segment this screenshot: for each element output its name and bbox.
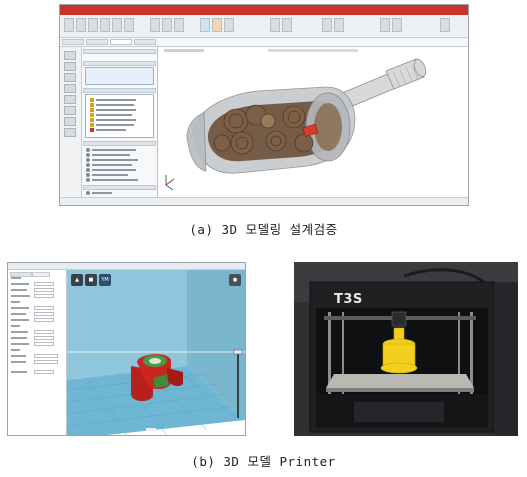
list-item[interactable] bbox=[90, 108, 150, 112]
left-tool-icon[interactable] bbox=[64, 106, 76, 115]
setting-labels-graphic bbox=[11, 277, 30, 373]
cad-graphics-area[interactable] bbox=[158, 47, 468, 197]
option-item[interactable] bbox=[86, 153, 146, 157]
cad-menubar[interactable] bbox=[60, 5, 468, 15]
option-item[interactable] bbox=[86, 148, 146, 152]
slicer-window: ▲ ■ YM ● bbox=[7, 262, 246, 436]
ribbon-tool-button[interactable] bbox=[64, 18, 74, 32]
ribbon-tool-button[interactable] bbox=[440, 18, 450, 32]
cad-left-toolbar bbox=[60, 47, 82, 197]
slicer-settings-panel bbox=[8, 270, 67, 435]
ribbon-tool-button[interactable] bbox=[162, 18, 172, 32]
ribbon-tool-button[interactable] bbox=[124, 18, 134, 32]
command-tab[interactable] bbox=[62, 39, 84, 45]
left-tool-icon[interactable] bbox=[64, 128, 76, 137]
ribbon-tool-button[interactable] bbox=[224, 18, 234, 32]
print-button[interactable]: ■ bbox=[85, 274, 97, 286]
command-tab[interactable] bbox=[86, 39, 108, 45]
command-tab[interactable] bbox=[110, 39, 132, 45]
ribbon-tool-button[interactable] bbox=[150, 18, 160, 32]
command-tab[interactable] bbox=[134, 39, 156, 45]
ribbon-tool-button[interactable] bbox=[282, 18, 292, 32]
ribbon-tool-button[interactable] bbox=[76, 18, 86, 32]
print-bed bbox=[326, 374, 474, 388]
left-tool-icon[interactable] bbox=[64, 117, 76, 126]
list-item[interactable] bbox=[90, 118, 150, 122]
left-tool-icon[interactable] bbox=[64, 51, 76, 60]
panel-header bbox=[83, 185, 156, 190]
viewport-label bbox=[146, 428, 156, 431]
option-item[interactable] bbox=[86, 191, 146, 195]
ribbon-tool-button[interactable] bbox=[322, 18, 332, 32]
cad-ribbon-toolbar[interactable] bbox=[60, 15, 468, 38]
axis-triad bbox=[165, 175, 175, 191]
ribbon-tool-button[interactable] bbox=[112, 18, 122, 32]
view-mode-button[interactable]: ● bbox=[229, 274, 241, 286]
ribbon-tool-button[interactable] bbox=[270, 18, 280, 32]
component-list[interactable] bbox=[85, 94, 154, 138]
ribbon-tool-button[interactable] bbox=[174, 18, 184, 32]
caption-a: (a) 3D 모델링 설계검증 bbox=[189, 222, 338, 237]
option-item[interactable] bbox=[86, 173, 146, 177]
panel-header bbox=[83, 49, 156, 54]
gear-assembly-section-model bbox=[165, 58, 427, 191]
panel-header bbox=[83, 88, 156, 93]
printer-photo-image bbox=[294, 262, 518, 436]
printer-photo: T3S bbox=[294, 262, 518, 436]
option-item[interactable] bbox=[86, 158, 146, 162]
option-item[interactable] bbox=[86, 163, 146, 167]
slicer-menubar[interactable] bbox=[8, 263, 245, 270]
panel-header bbox=[83, 141, 156, 146]
option-item[interactable] bbox=[86, 168, 146, 172]
ribbon-tool-button[interactable] bbox=[200, 18, 210, 32]
layer-slider-handle bbox=[233, 349, 243, 355]
list-item[interactable] bbox=[90, 98, 150, 102]
print-head bbox=[391, 311, 407, 327]
list-item[interactable] bbox=[90, 103, 150, 107]
list-item[interactable] bbox=[90, 113, 150, 117]
list-item[interactable] bbox=[90, 128, 150, 132]
left-tool-icon[interactable] bbox=[64, 73, 76, 82]
option-item[interactable] bbox=[86, 178, 146, 182]
slicer-3d-viewport[interactable]: ▲ ■ YM ● bbox=[67, 270, 245, 435]
left-tool-icon[interactable] bbox=[64, 84, 76, 93]
ribbon-tool-button[interactable] bbox=[100, 18, 110, 32]
caption-b: (b) 3D 모델 Printer bbox=[191, 454, 336, 469]
ribbon-tool-button[interactable] bbox=[334, 18, 344, 32]
panel-header bbox=[83, 61, 156, 66]
cad-status-bar bbox=[60, 197, 468, 205]
ribbon-tool-button[interactable] bbox=[88, 18, 98, 32]
gearbox-housing bbox=[192, 86, 356, 174]
ribbon-tool-button[interactable] bbox=[392, 18, 402, 32]
load-model-button[interactable]: ▲ bbox=[71, 274, 83, 286]
left-tool-icon[interactable] bbox=[64, 95, 76, 104]
list-item[interactable] bbox=[90, 123, 150, 127]
selection-box[interactable] bbox=[85, 67, 154, 85]
left-tool-icon[interactable] bbox=[64, 62, 76, 71]
ribbon-tool-button[interactable] bbox=[212, 18, 222, 32]
printer-brand-label: T3S bbox=[334, 292, 363, 307]
cad-property-manager bbox=[82, 47, 158, 197]
ym-badge: YM bbox=[101, 277, 109, 283]
layer-slider-track bbox=[237, 352, 239, 418]
ribbon-tool-button[interactable] bbox=[380, 18, 390, 32]
cad-window bbox=[59, 4, 469, 206]
build-volume-scene bbox=[67, 270, 245, 435]
housing-flange bbox=[186, 112, 207, 172]
ym-toolbar-button[interactable]: YM bbox=[99, 274, 111, 286]
cad-command-tabs bbox=[60, 38, 468, 47]
